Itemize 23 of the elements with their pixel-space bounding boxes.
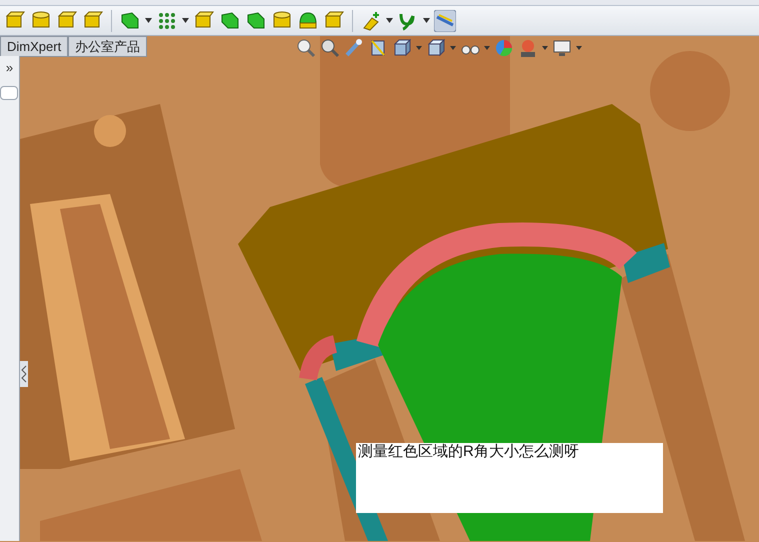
wand-icon[interactable] <box>344 38 364 58</box>
caret-icon[interactable] <box>423 18 430 23</box>
zoom-icon[interactable] <box>296 38 316 58</box>
expand-panel-button[interactable]: » <box>0 60 19 76</box>
note-text: 测量红色区域的R角大小怎么测呀 <box>356 443 663 513</box>
monitor-icon[interactable] <box>552 38 572 58</box>
solid-icon[interactable] <box>245 10 267 32</box>
dome-icon[interactable] <box>297 10 319 32</box>
tab[interactable]: DimXpert <box>0 36 68 57</box>
solid-icon[interactable] <box>219 10 241 32</box>
cube-icon[interactable] <box>392 38 412 58</box>
cube-icon[interactable] <box>426 38 446 58</box>
ruler-icon[interactable] <box>434 10 456 32</box>
input-field[interactable] <box>0 86 18 100</box>
tab[interactable]: 办公室产品 <box>68 36 148 57</box>
caret-icon[interactable] <box>386 18 393 23</box>
caret-icon[interactable] <box>182 18 189 23</box>
caret-icon[interactable] <box>145 18 152 23</box>
panel-handle-icon[interactable] <box>20 361 28 387</box>
zoom-icon[interactable] <box>320 38 340 58</box>
scene-icon[interactable] <box>518 38 538 58</box>
solid-icon[interactable] <box>119 10 141 32</box>
color-sphere-icon[interactable] <box>494 38 514 58</box>
